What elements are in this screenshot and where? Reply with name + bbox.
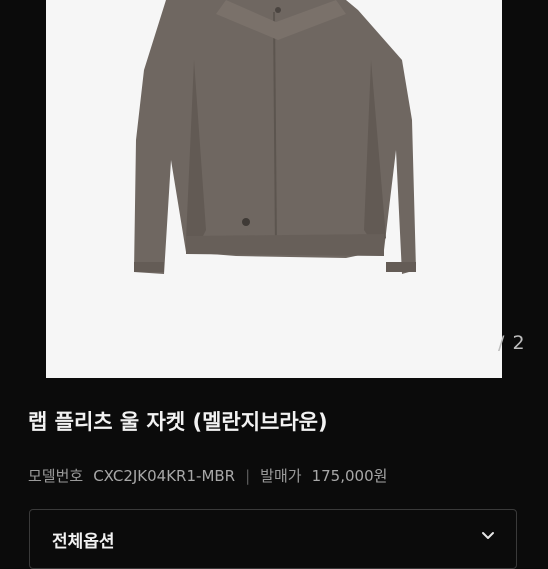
all-options-dropdown[interactable]: 전체옵션 [29, 509, 517, 569]
image-page-counter: / 2 [498, 332, 526, 354]
all-options-label: 전체옵션 [52, 532, 115, 552]
model-number-label: 모델번호 [28, 467, 84, 485]
model-number-value: CXC2JK04KR1-MBR [93, 466, 236, 485]
product-image[interactable] [46, 0, 502, 378]
chevron-down-icon [482, 532, 494, 539]
release-price-label: 발매가 [260, 467, 302, 485]
jacket-photo [46, 0, 502, 378]
release-price-value: 175,000원 [311, 467, 388, 485]
product-meta: 모델번호 CXC2JK04KR1-MBR | 발매가 175,000원 [28, 465, 387, 486]
meta-divider: | [245, 466, 251, 485]
product-title: 랩 플리츠 울 자켓 (멜란지브라운) [28, 410, 328, 434]
